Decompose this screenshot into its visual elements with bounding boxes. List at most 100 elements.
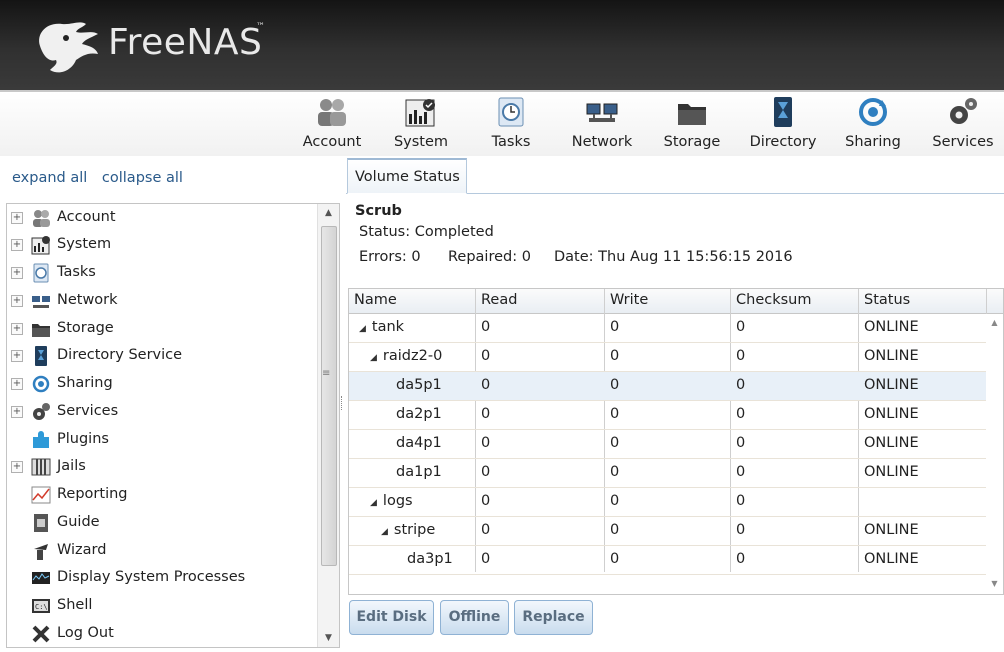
tree-controls: expand all collapse all (12, 170, 193, 186)
directory-icon (35, 346, 47, 366)
expand-icon[interactable]: + (11, 378, 23, 390)
column-header-read[interactable]: Read (481, 292, 517, 308)
collapse-arrow-icon[interactable]: ◢ (381, 527, 388, 537)
table-header: Name Read Write Checksum Status (349, 289, 1003, 314)
toolbar-storage-button[interactable]: Storage (660, 96, 724, 152)
replace-button[interactable]: Replace (514, 600, 593, 635)
sidebar-item-display-system-processes[interactable]: Display System Processes (7, 566, 315, 590)
services-icon (33, 403, 50, 420)
column-header-name[interactable]: Name (354, 292, 397, 308)
expand-icon[interactable]: + (11, 350, 23, 362)
toolbar-account-button[interactable]: Account (298, 96, 366, 152)
toolbar-label: Storage (663, 134, 721, 150)
sidebar-scrollbar[interactable]: ▲ ≡ ▼ (317, 204, 339, 647)
collapse-all-link[interactable]: collapse all (102, 170, 183, 186)
plugins-icon (33, 431, 49, 448)
table-row[interactable]: da4p1 0 0 0 ONLINE (349, 430, 987, 459)
row-name: ◢ stripe (381, 522, 436, 538)
toolbar-label: System (393, 134, 449, 150)
system-icon (405, 99, 435, 127)
sidebar-item-guide[interactable]: Guide (7, 511, 315, 535)
tasks-icon (33, 263, 49, 283)
scroll-down-icon[interactable]: ▼ (986, 579, 1003, 593)
toolbar-label: Sharing (845, 134, 901, 150)
svg-text:C:\: C:\ (35, 603, 48, 611)
sidebar-item-storage[interactable]: + Storage (7, 317, 315, 341)
table-scrollbar[interactable]: ▲ ▼ (986, 314, 1003, 594)
sidebar-item-wizard[interactable]: Wizard (7, 539, 315, 563)
toolbar-tasks-button[interactable]: Tasks (486, 96, 536, 152)
account-icon (33, 210, 50, 227)
logout-icon (32, 625, 50, 643)
collapse-arrow-icon[interactable]: ◢ (370, 498, 377, 508)
expand-icon[interactable]: + (11, 406, 23, 418)
expand-icon[interactable]: + (11, 239, 23, 251)
toolbar-services-button[interactable]: Services (930, 96, 996, 152)
toolbar-directory-button[interactable]: Directory (748, 96, 818, 152)
expand-icon[interactable]: + (11, 295, 23, 307)
sharing-icon (32, 375, 50, 393)
expand-icon[interactable]: + (11, 323, 23, 335)
services-icon (950, 98, 977, 124)
row-name: ◢ raidz2-0 (370, 348, 443, 364)
collapse-arrow-icon[interactable]: ◢ (359, 324, 366, 334)
sharing-icon (859, 98, 887, 126)
table-row[interactable]: da5p1 0 0 0 ONLINE (349, 372, 987, 401)
expand-icon[interactable]: + (11, 267, 23, 279)
scrub-status: Status: Completed (359, 224, 494, 240)
table-row[interactable]: da2p1 0 0 0 ONLINE (349, 401, 987, 430)
column-header-status[interactable]: Status (864, 292, 910, 308)
toolbar-system-button[interactable]: System (390, 96, 452, 152)
guide-icon (34, 514, 48, 532)
sidebar-item-reporting[interactable]: Reporting (7, 483, 315, 507)
storage-icon (678, 104, 706, 125)
edit-disk-button[interactable]: Edit Disk (349, 600, 434, 635)
sidebar-item-directory-service[interactable]: + Directory Service (7, 344, 315, 368)
app-header: FreeNAS ™ (0, 0, 1004, 90)
toolbar-label: Account (302, 134, 362, 150)
offline-button[interactable]: Offline (440, 600, 509, 635)
sidebar-item-system[interactable]: + System (7, 233, 315, 257)
sidebar-item-sharing[interactable]: + Sharing (7, 372, 315, 396)
scroll-up-icon[interactable]: ▲ (986, 318, 1003, 332)
sidebar-item-services[interactable]: + Services (7, 400, 315, 424)
collapse-arrow-icon[interactable]: ◢ (370, 353, 377, 363)
sidebar: expand all collapse all + Account + Syst… (0, 156, 346, 652)
wizard-icon (34, 544, 48, 560)
account-icon (318, 99, 346, 126)
trademark: ™ (256, 22, 265, 32)
table-row[interactable]: da1p1 0 0 0 ONLINE (349, 459, 987, 488)
sidebar-item-network[interactable]: + Network (7, 289, 315, 313)
table-row[interactable]: ◢ stripe 0 0 0 ONLINE (349, 517, 987, 546)
network-icon (586, 103, 618, 122)
table-row[interactable]: ◢ tank 0 0 0 ONLINE (349, 314, 987, 343)
table-row[interactable]: ◢ logs 0 0 0 (349, 488, 987, 517)
expand-icon[interactable]: + (11, 212, 23, 224)
sidebar-item-log-out[interactable]: Log Out (7, 622, 315, 646)
toolbar-network-button[interactable]: Network (570, 96, 634, 152)
column-header-write[interactable]: Write (610, 292, 648, 308)
sidebar-item-account[interactable]: + Account (7, 206, 315, 230)
sidebar-item-tasks[interactable]: + Tasks (7, 261, 315, 285)
tab-volume-status[interactable]: Volume Status (347, 158, 467, 194)
scrub-repaired: Repaired: 0 (448, 249, 531, 265)
sidebar-item-shell[interactable]: C:\ Shell (7, 594, 315, 618)
scroll-down-icon[interactable]: ▼ (318, 629, 339, 647)
table-row[interactable]: da3p1 0 0 0 ONLINE (349, 546, 987, 575)
sidebar-item-jails[interactable]: + Jails (7, 455, 315, 479)
app-title: FreeNAS (108, 22, 263, 63)
column-header-checksum[interactable]: Checksum (736, 292, 811, 308)
tasks-icon (498, 97, 524, 127)
row-name: ◢ logs (370, 493, 413, 509)
scroll-up-icon[interactable]: ▲ (318, 204, 339, 222)
scroll-thumb[interactable] (321, 226, 337, 566)
expand-icon[interactable]: + (11, 461, 23, 473)
jails-icon (31, 458, 51, 476)
directory-icon (774, 97, 792, 127)
storage-icon (32, 324, 50, 337)
scrub-date: Date: Thu Aug 11 15:56:15 2016 (554, 249, 793, 265)
sidebar-item-plugins[interactable]: Plugins (7, 428, 315, 452)
table-row[interactable]: ◢ raidz2-0 0 0 0 ONLINE (349, 343, 987, 372)
expand-all-link[interactable]: expand all (12, 170, 87, 186)
toolbar-sharing-button[interactable]: Sharing (842, 96, 904, 152)
